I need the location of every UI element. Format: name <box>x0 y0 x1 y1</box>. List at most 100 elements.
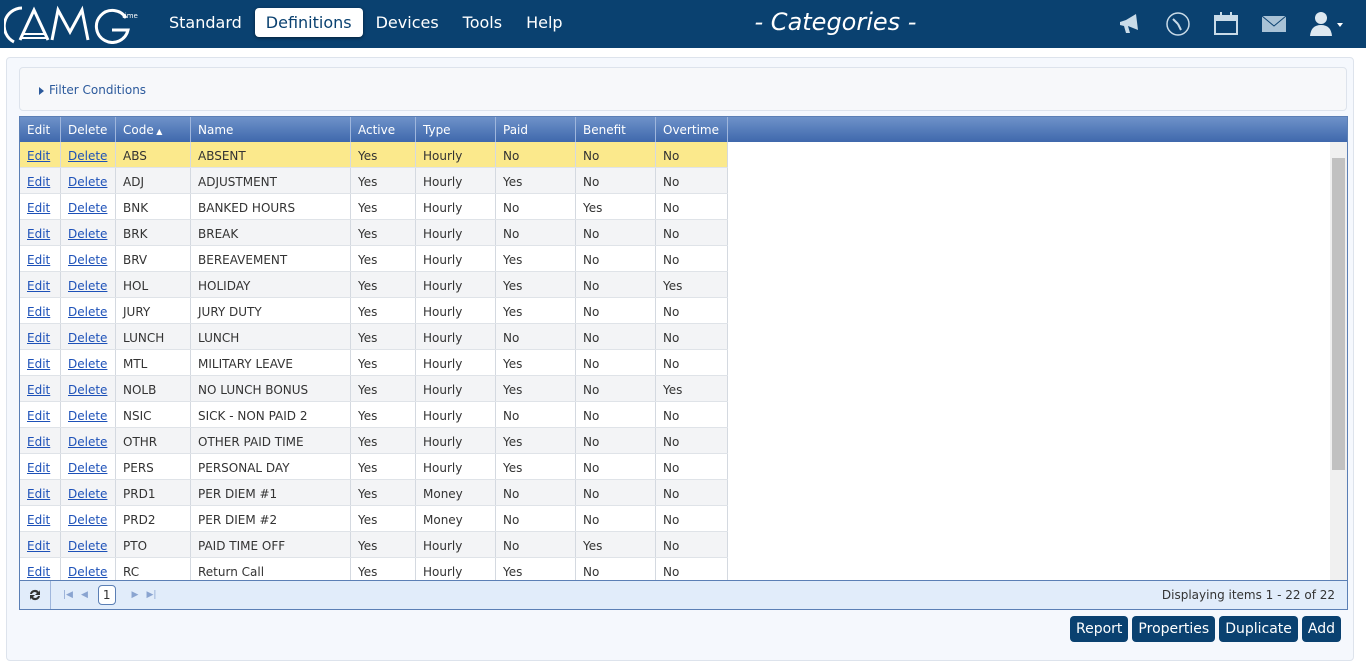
edit-link[interactable]: Edit <box>27 383 50 397</box>
next-page-button[interactable]: ▶ <box>132 590 139 600</box>
delete-cell: Delete <box>61 506 116 531</box>
grid-header: Edit Delete Code ▲ Name Active Type Paid Benefi… <box>20 117 1347 142</box>
code-cell: NSIC <box>116 402 191 427</box>
benefit-cell: No <box>576 402 656 427</box>
vertical-scrollbar[interactable] <box>1330 142 1347 580</box>
edit-link[interactable]: Edit <box>27 487 50 501</box>
overtime-cell: No <box>656 142 728 167</box>
type-cell: Hourly <box>416 402 496 427</box>
delete-link[interactable]: Delete <box>68 305 107 319</box>
table-row[interactable]: Edit Delete LUNCH LUNCH Yes Hourly No No No <box>20 324 728 350</box>
table-row[interactable]: Edit Delete PTO PAID TIME OFF Yes Hourly No Yes… <box>20 532 728 558</box>
table-row[interactable]: Edit Delete JURY JURY DUTY Yes Hourly Yes No No <box>20 298 728 324</box>
delete-link[interactable]: Delete <box>68 383 107 397</box>
edit-link[interactable]: Edit <box>27 201 50 215</box>
table-row[interactable]: Edit Delete BNK BANKED HOURS Yes Hourly No Yes N… <box>20 194 728 220</box>
properties-button[interactable]: Properties <box>1132 616 1216 642</box>
delete-cell: Delete <box>61 168 116 193</box>
column-header-name[interactable]: Name <box>191 117 351 142</box>
edit-link[interactable]: Edit <box>27 175 50 189</box>
edit-link[interactable]: Edit <box>27 435 50 449</box>
edit-cell: Edit <box>20 194 61 219</box>
paid-cell: No <box>496 142 576 167</box>
column-header-benefit[interactable]: Benefit <box>576 117 656 142</box>
delete-link[interactable]: Delete <box>68 227 107 241</box>
delete-link[interactable]: Delete <box>68 279 107 293</box>
table-row[interactable]: Edit Delete NSIC SICK - NON PAID 2 Yes Hourly… <box>20 402 728 428</box>
delete-link[interactable]: Delete <box>68 539 107 553</box>
table-row[interactable]: Edit Delete PRD1 PER DIEM #1 Yes Money No No No <box>20 480 728 506</box>
paid-cell: Yes <box>496 246 576 271</box>
column-header-edit[interactable]: Edit <box>20 117 61 142</box>
edit-link[interactable]: Edit <box>27 539 50 553</box>
edit-link[interactable]: Edit <box>27 305 50 319</box>
page-number[interactable]: 1 <box>97 585 116 605</box>
column-header-overtime[interactable]: Overtime <box>656 117 728 142</box>
edit-cell: Edit <box>20 298 61 323</box>
filter-conditions-toggle[interactable]: Filter Conditions <box>19 67 1347 111</box>
column-header-paid[interactable]: Paid <box>496 117 576 142</box>
delete-link[interactable]: Delete <box>68 331 107 345</box>
mail-icon[interactable] <box>1260 10 1288 38</box>
column-header-label: Overtime <box>663 123 719 137</box>
delete-link[interactable]: Delete <box>68 513 107 527</box>
column-header-code[interactable]: Code ▲ <box>116 117 191 142</box>
scrollbar-thumb[interactable] <box>1332 158 1345 470</box>
table-row[interactable]: Edit Delete OTHR OTHER PAID TIME Yes Hourly Ye… <box>20 428 728 454</box>
paid-cell: Yes <box>496 376 576 401</box>
delete-link[interactable]: Delete <box>68 565 107 579</box>
edit-link[interactable]: Edit <box>27 227 50 241</box>
clock-icon[interactable] <box>1164 10 1192 38</box>
delete-link[interactable]: Delete <box>68 253 107 267</box>
refresh-button[interactable] <box>20 581 51 609</box>
edit-cell: Edit <box>20 480 61 505</box>
name-cell: ABSENT <box>191 142 351 167</box>
delete-cell: Delete <box>61 428 116 453</box>
overtime-cell: Yes <box>656 272 728 297</box>
user-menu-icon[interactable] <box>1308 10 1344 38</box>
edit-link[interactable]: Edit <box>27 513 50 527</box>
megaphone-icon[interactable] <box>1116 10 1144 38</box>
name-cell: OTHER PAID TIME <box>191 428 351 453</box>
delete-link[interactable]: Delete <box>68 461 107 475</box>
table-row[interactable]: Edit Delete ADJ ADJUSTMENT Yes Hourly Yes No No <box>20 168 728 194</box>
edit-link[interactable]: Edit <box>27 461 50 475</box>
column-header-label: Active <box>358 123 396 137</box>
table-row[interactable]: Edit Delete BRK BREAK Yes Hourly No No No <box>20 220 728 246</box>
table-row[interactable]: Edit Delete MTL MILITARY LEAVE Yes Hourly Yes N… <box>20 350 728 376</box>
edit-link[interactable]: Edit <box>27 253 50 267</box>
duplicate-button[interactable]: Duplicate <box>1219 616 1298 642</box>
edit-link[interactable]: Edit <box>27 357 50 371</box>
table-row[interactable]: Edit Delete BRV BEREAVEMENT Yes Hourly Yes No No <box>20 246 728 272</box>
report-button[interactable]: Report <box>1070 616 1129 642</box>
edit-link[interactable]: Edit <box>27 409 50 423</box>
edit-link[interactable]: Edit <box>27 279 50 293</box>
delete-link[interactable]: Delete <box>68 435 107 449</box>
delete-link[interactable]: Delete <box>68 175 107 189</box>
calendar-icon[interactable] <box>1212 10 1240 38</box>
edit-link[interactable]: Edit <box>27 565 50 579</box>
first-page-button[interactable]: |◀ <box>63 590 73 600</box>
last-page-button[interactable]: ▶| <box>146 590 156 600</box>
delete-link[interactable]: Delete <box>68 201 107 215</box>
delete-link[interactable]: Delete <box>68 357 107 371</box>
type-cell: Hourly <box>416 272 496 297</box>
column-header-type[interactable]: Type <box>416 117 496 142</box>
delete-cell: Delete <box>61 402 116 427</box>
delete-link[interactable]: Delete <box>68 149 107 163</box>
edit-link[interactable]: Edit <box>27 331 50 345</box>
table-row[interactable]: Edit Delete ABS ABSENT Yes Hourly No No No <box>20 142 728 168</box>
prev-page-button[interactable]: ◀ <box>81 590 88 600</box>
column-header-delete[interactable]: Delete <box>61 117 116 142</box>
table-row[interactable]: Edit Delete NOLB NO LUNCH BONUS Yes Hourly Yes… <box>20 376 728 402</box>
delete-link[interactable]: Delete <box>68 487 107 501</box>
table-row[interactable]: Edit Delete PERS PERSONAL DAY Yes Hourly Yes No… <box>20 454 728 480</box>
table-row[interactable]: Edit Delete PRD2 PER DIEM #2 Yes Money No No No <box>20 506 728 532</box>
table-row[interactable]: Edit Delete HOL HOLIDAY Yes Hourly Yes No Yes <box>20 272 728 298</box>
column-header-active[interactable]: Active <box>351 117 416 142</box>
add-button[interactable]: Add <box>1301 616 1341 642</box>
edit-cell: Edit <box>20 168 61 193</box>
paid-cell: Yes <box>496 350 576 375</box>
delete-link[interactable]: Delete <box>68 409 107 423</box>
edit-link[interactable]: Edit <box>27 149 50 163</box>
